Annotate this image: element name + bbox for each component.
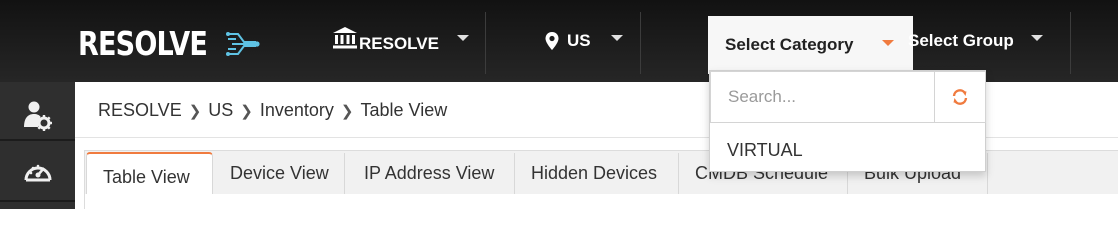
org-selector[interactable]: RESOLVE xyxy=(332,0,469,82)
resolve-logo[interactable]: RESOLVE xyxy=(78,24,260,63)
dropdown-option[interactable]: VIRTUAL xyxy=(710,133,985,167)
location-selector[interactable]: US xyxy=(545,0,623,82)
group-label: Select Group xyxy=(908,31,1014,50)
logo-text: RESOLVE xyxy=(78,24,208,63)
tab-hidden-devices[interactable]: Hidden Devices xyxy=(515,153,679,194)
chevron-down-icon xyxy=(882,40,894,46)
left-sidebar xyxy=(0,82,75,209)
bank-icon xyxy=(333,27,357,49)
breadcrumb-current: Table View xyxy=(360,100,448,120)
chevron-down-icon xyxy=(1030,35,1043,41)
tab-table-view[interactable]: Table View xyxy=(86,152,213,196)
tab-device-view[interactable]: Device View xyxy=(214,153,345,194)
chevron-right-icon: ❯ xyxy=(188,102,202,120)
sidebar-item-dashboard[interactable] xyxy=(0,144,75,200)
chevron-right-icon: ❯ xyxy=(340,102,354,120)
category-selector[interactable]: Select Category xyxy=(708,16,913,74)
category-label: Select Category xyxy=(725,35,854,54)
breadcrumb-item[interactable]: Inventory xyxy=(260,100,334,121)
refresh-icon xyxy=(952,89,968,105)
header-divider xyxy=(640,12,641,74)
sidebar-item-user-settings[interactable] xyxy=(0,88,75,144)
header-divider xyxy=(1070,12,1071,74)
user-settings-icon xyxy=(23,101,52,131)
tab-label: Device View xyxy=(230,163,329,183)
breadcrumb: RESOLVE ❯ US ❯ Inventory ❯ Table View xyxy=(98,100,447,121)
org-label: RESOLVE xyxy=(359,34,439,53)
tab-label: Table View xyxy=(103,166,190,187)
sidebar-divider xyxy=(0,200,75,202)
refresh-button[interactable] xyxy=(935,71,986,123)
breadcrumb-item[interactable]: RESOLVE xyxy=(98,100,182,121)
dashboard-gauge-icon xyxy=(24,164,51,182)
breadcrumb-item[interactable]: US xyxy=(208,100,233,121)
tab-content xyxy=(84,194,1118,209)
chevron-down-icon xyxy=(610,35,623,41)
tab-label: Hidden Devices xyxy=(531,163,658,183)
circuit-icon xyxy=(226,31,260,56)
chevron-right-icon: ❯ xyxy=(240,102,253,120)
header-divider xyxy=(485,12,486,74)
location-label: US xyxy=(567,31,591,50)
chevron-down-icon xyxy=(456,35,469,41)
tab-ip-address-view[interactable]: IP Address View xyxy=(348,153,515,194)
sidebar-divider xyxy=(0,139,75,141)
search-input[interactable] xyxy=(710,71,935,123)
tab-label: IP Address View xyxy=(364,163,495,183)
category-dropdown: VIRTUAL xyxy=(709,70,986,172)
map-pin-icon xyxy=(545,32,559,50)
